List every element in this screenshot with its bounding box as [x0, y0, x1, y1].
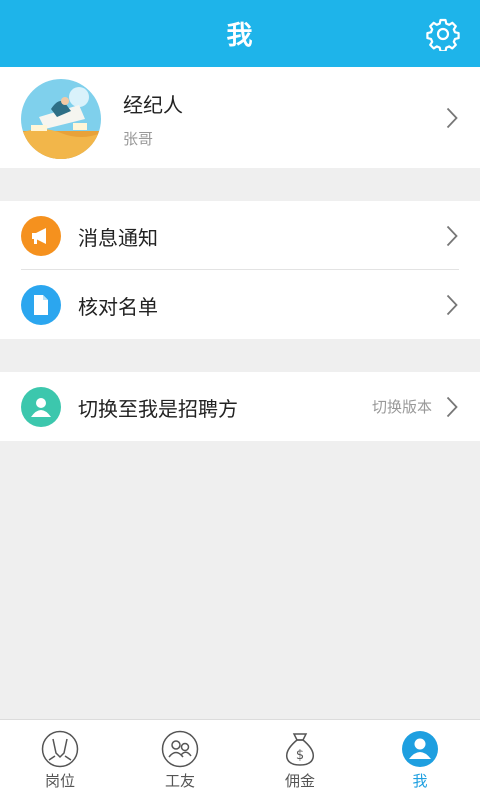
menu-item-notifications[interactable]: 消息通知 — [0, 201, 480, 270]
svg-text:$: $ — [296, 748, 304, 763]
tab-workmates[interactable]: 工友 — [120, 720, 240, 800]
page-title: 我 — [226, 21, 254, 51]
tab-label: 我 — [412, 772, 428, 790]
profile-name: 经纪人 — [123, 93, 183, 117]
chevron-right-icon — [446, 294, 458, 316]
job-icon — [41, 730, 79, 768]
chevron-right-icon — [446, 225, 458, 247]
gear-icon[interactable] — [426, 17, 460, 51]
megaphone-icon — [21, 216, 61, 256]
profile-subtitle: 张哥 — [123, 130, 154, 148]
switch-version-label: 切换版本 — [371, 398, 432, 416]
tab-label: 佣金 — [284, 772, 315, 790]
chevron-right-icon — [446, 107, 458, 129]
profile-card[interactable]: 经纪人 张哥 — [0, 67, 480, 168]
person-icon — [21, 387, 61, 427]
menu-item-label: 核对名单 — [78, 295, 158, 319]
chevron-right-icon — [446, 396, 458, 418]
menu-item-label: 切换至我是招聘方 — [78, 397, 238, 421]
tab-me[interactable]: 我 — [360, 720, 480, 800]
bottom-tab-bar: 岗位 工友 $ 佣金 我 — [0, 719, 480, 800]
menu-item-check-list[interactable]: 核对名单 — [0, 270, 480, 339]
top-bar: 我 — [0, 0, 480, 67]
tab-label: 工友 — [164, 772, 195, 790]
money-bag-icon: $ — [285, 733, 315, 766]
tab-jobs[interactable]: 岗位 — [0, 720, 120, 800]
avatar[interactable] — [21, 79, 101, 159]
menu-item-label: 消息通知 — [78, 226, 158, 250]
document-icon — [21, 285, 61, 325]
tab-commission[interactable]: $ 佣金 — [240, 720, 360, 800]
tab-label: 岗位 — [44, 772, 75, 790]
profile-icon — [402, 731, 438, 767]
menu-item-switch-role[interactable]: 切换至我是招聘方 切换版本 — [0, 372, 480, 441]
workmates-icon — [161, 730, 199, 768]
